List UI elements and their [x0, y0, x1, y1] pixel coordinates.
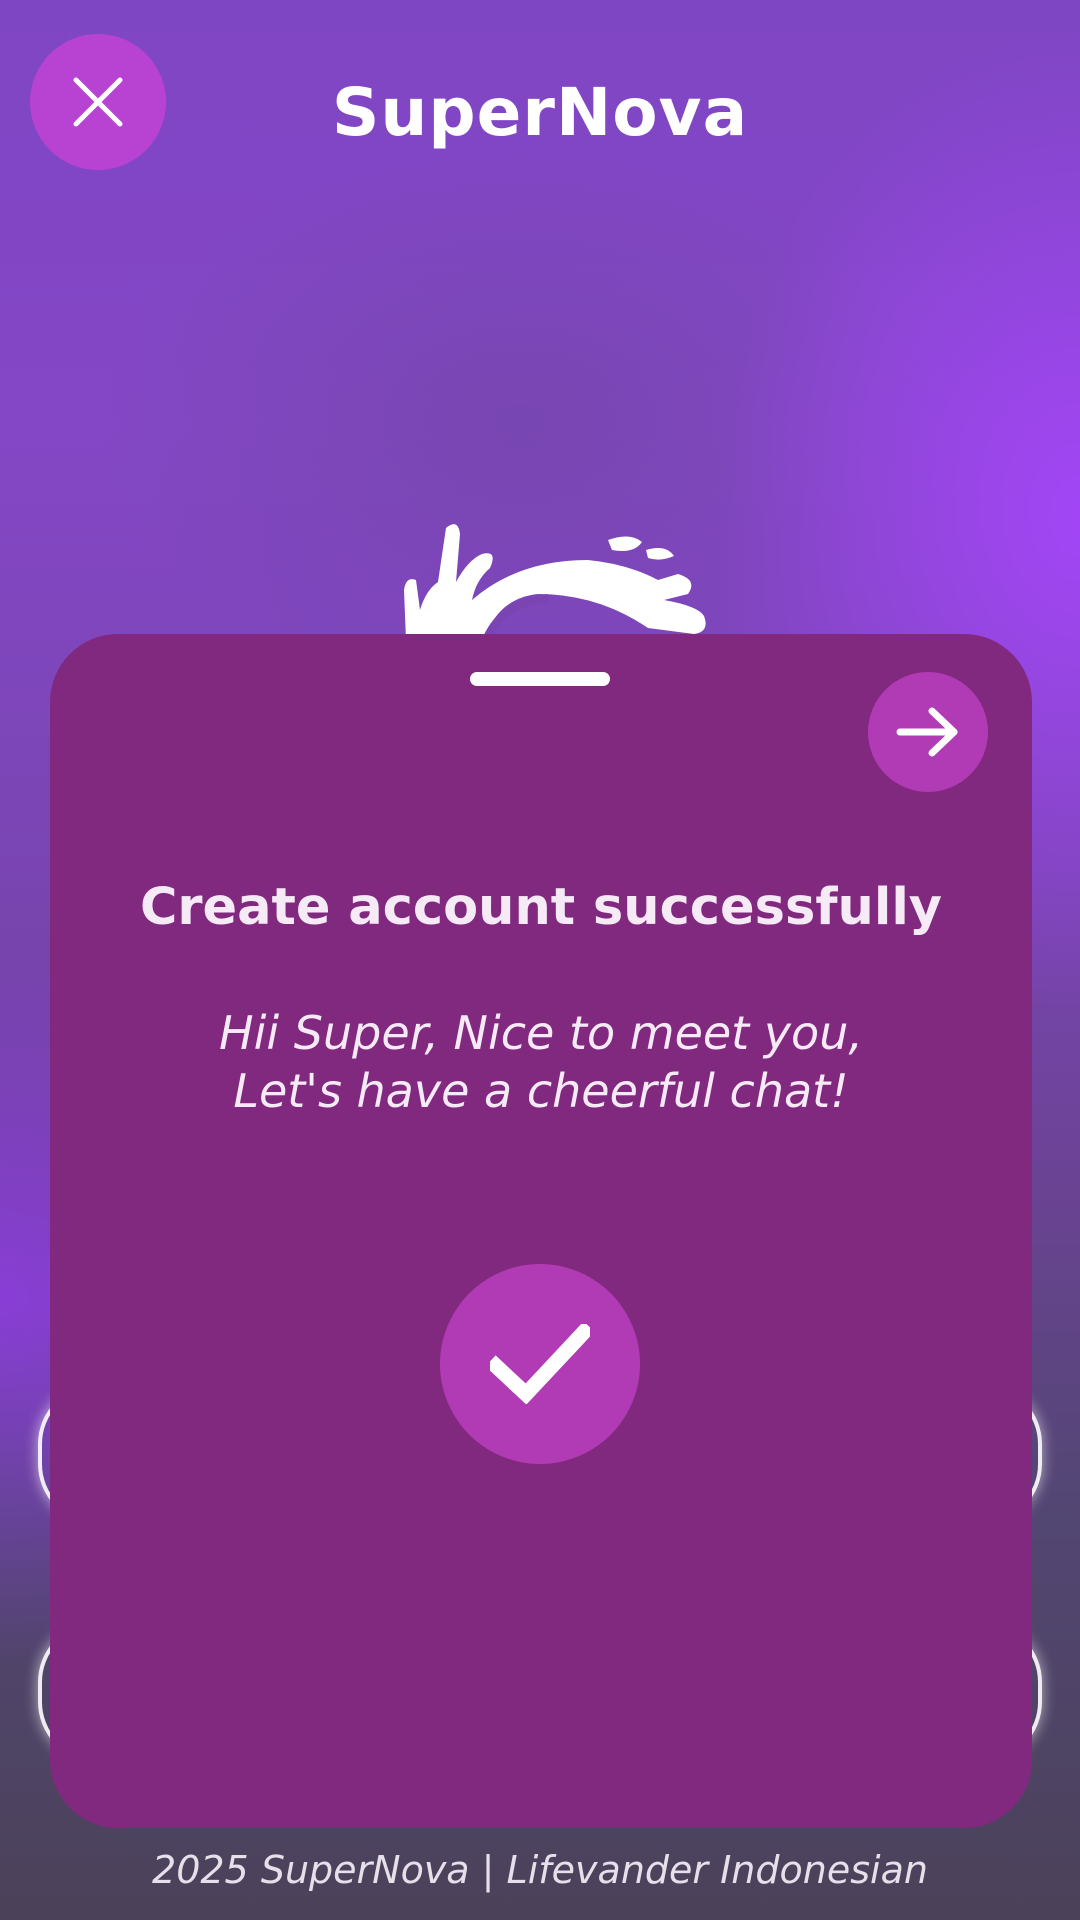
success-badge [440, 1264, 640, 1464]
success-dialog: Create account successfully Hii Super, N… [50, 634, 1032, 1828]
dialog-message: Hii Super, Nice to meet you, Let's have … [50, 1004, 1032, 1120]
splash-logo-icon [404, 524, 706, 640]
footer-copyright: 2025 SuperNova | Lifevander Indonesian [152, 1848, 928, 1892]
arrow-right-icon [896, 707, 958, 757]
checkmark-icon [490, 1324, 590, 1404]
dialog-title: Create account successfully [139, 878, 943, 937]
dialog-message-line-2: Let's have a cheerful chat! [233, 1064, 849, 1118]
app-title: SuperNova [331, 74, 749, 151]
dialog-message-line-1: Hii Super, Nice to meet you, [219, 1006, 863, 1060]
next-button[interactable] [868, 672, 988, 792]
drag-handle[interactable] [470, 672, 610, 686]
